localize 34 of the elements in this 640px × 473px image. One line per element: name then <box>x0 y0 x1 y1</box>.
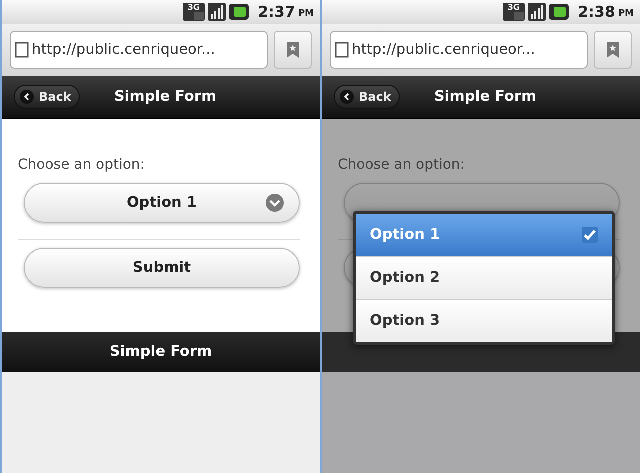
back-button[interactable]: Back <box>334 85 400 109</box>
network-type: 3G <box>188 3 200 13</box>
chevron-left-icon <box>340 90 354 104</box>
battery-icon <box>229 4 250 20</box>
network-type: 3G <box>508 3 520 13</box>
network-type-icon <box>183 3 206 21</box>
header-title: Simple Form <box>114 89 217 105</box>
back-button[interactable]: Back <box>14 85 80 109</box>
page-icon <box>335 42 349 58</box>
network-type-icon <box>503 3 526 21</box>
menu-option[interactable]: Option 2 <box>356 256 612 299</box>
footer-title: Simple Form <box>110 344 212 360</box>
clock-meridiem: PM <box>618 9 634 19</box>
signal-icon <box>528 3 546 21</box>
menu-option[interactable]: Option 3 <box>356 299 612 342</box>
battery-icon <box>549 4 570 20</box>
url-field[interactable]: http://public.cenriqueor... <box>330 31 588 69</box>
bookmark-icon <box>286 41 300 59</box>
clock-time: 2:38 <box>578 3 616 21</box>
option-select[interactable]: Option 1 <box>24 183 300 223</box>
bookmark-button[interactable] <box>594 31 632 69</box>
page-icon <box>15 42 29 58</box>
clock-meridiem: PM <box>298 9 314 19</box>
bookmark-button[interactable] <box>274 31 312 69</box>
submit-button[interactable]: Submit <box>24 248 300 288</box>
bookmark-icon <box>606 41 620 59</box>
clock-time: 2:37 <box>258 3 296 21</box>
header-title: Simple Form <box>434 89 537 105</box>
field-label: Choose an option: <box>338 157 466 173</box>
chevron-left-icon <box>20 90 34 104</box>
field-label: Choose an option: <box>18 157 146 173</box>
url-field[interactable]: http://public.cenriqueor... <box>10 31 268 69</box>
signal-icon <box>208 3 226 21</box>
checkmark-icon <box>582 227 598 243</box>
